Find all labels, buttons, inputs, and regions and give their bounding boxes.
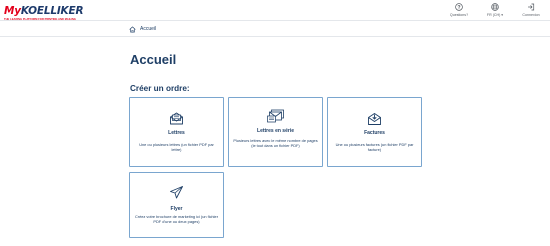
language-selector[interactable]: FR (CH) ▾ (482, 3, 508, 17)
language-label: FR (CH) ▾ (486, 13, 504, 17)
letter-icon (170, 112, 183, 125)
invoice-icon (368, 113, 381, 125)
paper-plane-icon (170, 186, 183, 199)
serial-letters-icon (266, 109, 284, 123)
card-letters[interactable]: Lettres Une ou plusieurs lettres (un fic… (129, 97, 224, 167)
logo[interactable]: MyKOELLIKER THE LEADING PLATFORM FOR PRI… (4, 2, 84, 22)
page-title: Accueil (130, 52, 177, 67)
globe-icon (491, 3, 499, 11)
question-icon (455, 3, 463, 11)
breadcrumb: Accueil (0, 22, 550, 37)
top-bar: MyKOELLIKER THE LEADING PLATFORM FOR PRI… (0, 0, 550, 21)
logo-brand: KOELLIKER (20, 5, 84, 17)
card-title: Flyer (170, 206, 183, 212)
help-button[interactable]: Questions? (446, 3, 472, 17)
card-description: Une ou plusieurs factures (un fichier PD… (335, 142, 414, 152)
help-label: Questions? (449, 13, 469, 17)
card-title: Lettres en série (257, 128, 294, 134)
login-label: Connexion (522, 13, 540, 17)
login-icon (528, 3, 535, 11)
home-icon[interactable] (129, 26, 136, 33)
card-title: Lettres (168, 130, 185, 136)
card-flyer[interactable]: Flyer Créez votre brochure de marketing … (129, 172, 224, 238)
card-title: Factures (364, 130, 385, 136)
card-description: Plusieurs lettres avec le même nombre de… (233, 138, 318, 148)
login-button[interactable]: Connexion (518, 3, 544, 17)
card-serial-letters[interactable]: Lettres en série Plusieurs lettres avec … (228, 97, 323, 167)
breadcrumb-home-link[interactable]: Accueil (140, 26, 156, 32)
card-invoices[interactable]: Factures Une ou plusieurs factures (un f… (327, 97, 422, 167)
header-actions: Questions? FR (CH) ▾ Connexion (446, 3, 544, 17)
card-description: Créez votre brochure de marketing ici (u… (134, 214, 219, 224)
section-title: Créer un ordre: (130, 84, 190, 93)
logo-my: My (4, 5, 21, 17)
card-description: Une ou plusieurs lettres (un fichier PDF… (139, 142, 214, 152)
